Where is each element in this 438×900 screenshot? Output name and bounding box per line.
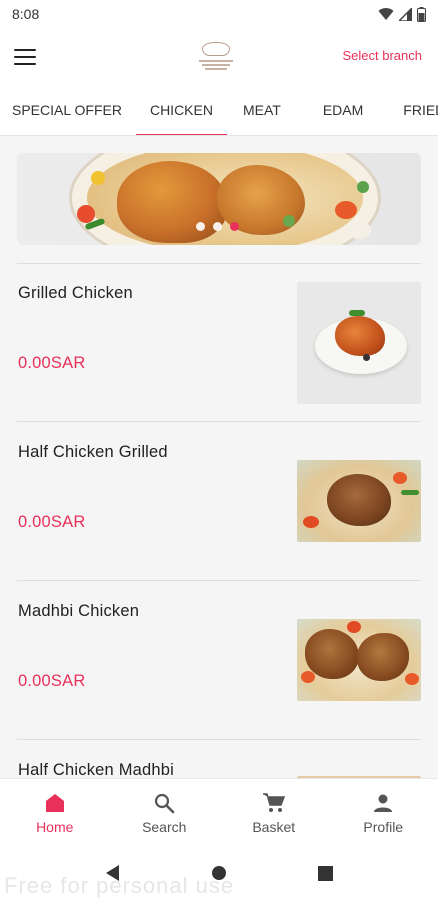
item-name: Half Chicken Madhbi bbox=[18, 761, 175, 778]
nav-home[interactable]: Home bbox=[0, 779, 110, 846]
item-name: Madhbi Chicken bbox=[18, 602, 140, 620]
pager-dot[interactable] bbox=[213, 222, 222, 231]
menu-item-madhbi-chicken[interactable]: Madhbi Chicken 0.00SAR bbox=[0, 581, 438, 739]
tab-edam[interactable]: EDAM bbox=[311, 86, 375, 135]
status-bar: 8:08 bbox=[0, 0, 438, 28]
item-price: 0.00SAR bbox=[18, 672, 86, 690]
nav-profile[interactable]: Profile bbox=[329, 779, 438, 846]
category-tabs: SPECIAL OFFER CHICKEN MEAT EDAM FRIED bbox=[0, 86, 438, 136]
menu-icon[interactable] bbox=[14, 45, 40, 69]
nav-search-label: Search bbox=[142, 818, 187, 835]
battery-icon bbox=[417, 6, 426, 22]
pager-dot-active[interactable] bbox=[230, 222, 239, 231]
item-image bbox=[297, 619, 421, 701]
tab-special-offer[interactable]: SPECIAL OFFER bbox=[0, 86, 134, 135]
signal-icon bbox=[399, 7, 412, 21]
person-icon bbox=[371, 791, 395, 815]
tab-fried[interactable]: FRIED bbox=[391, 86, 438, 135]
wifi-icon bbox=[378, 8, 394, 20]
tab-meat[interactable]: MEAT bbox=[231, 86, 293, 135]
watermark: Free for personal use bbox=[4, 873, 235, 898]
item-name: Grilled Chicken bbox=[18, 284, 133, 302]
item-price: 0.00SAR bbox=[18, 513, 86, 531]
menu-item-half-chicken-madhbi[interactable]: Half Chicken Madhbi bbox=[0, 740, 438, 778]
item-name: Half Chicken Grilled bbox=[18, 443, 168, 461]
recents-icon[interactable] bbox=[317, 865, 333, 881]
menu-item-grilled-chicken[interactable]: Grilled Chicken 0.00SAR bbox=[0, 264, 438, 422]
select-branch-button[interactable]: Select branch bbox=[343, 48, 423, 63]
menu-item-half-chicken-grilled[interactable]: Half Chicken Grilled 0.00SAR bbox=[0, 422, 438, 580]
item-image bbox=[297, 460, 421, 542]
app-bar: Select branch bbox=[0, 28, 438, 86]
item-image bbox=[297, 282, 421, 404]
bottom-navigation: Home Search Basket Profile bbox=[0, 778, 438, 846]
nav-basket-label: Basket bbox=[252, 818, 296, 835]
promo-banner[interactable] bbox=[17, 153, 421, 245]
restaurant-logo bbox=[192, 34, 240, 78]
cart-icon bbox=[262, 791, 286, 815]
nav-profile-label: Profile bbox=[363, 818, 404, 835]
nav-home-label: Home bbox=[36, 818, 74, 835]
status-icons bbox=[378, 6, 426, 22]
banner-pager bbox=[196, 222, 239, 231]
status-time: 8:08 bbox=[12, 6, 40, 22]
tab-chicken[interactable]: CHICKEN bbox=[135, 86, 227, 135]
nav-basket[interactable]: Basket bbox=[219, 779, 329, 846]
search-icon bbox=[152, 791, 176, 815]
nav-search[interactable]: Search bbox=[110, 779, 220, 846]
home-icon bbox=[43, 791, 67, 815]
item-price: 0.00SAR bbox=[18, 354, 86, 372]
pager-dot[interactable] bbox=[196, 222, 205, 231]
